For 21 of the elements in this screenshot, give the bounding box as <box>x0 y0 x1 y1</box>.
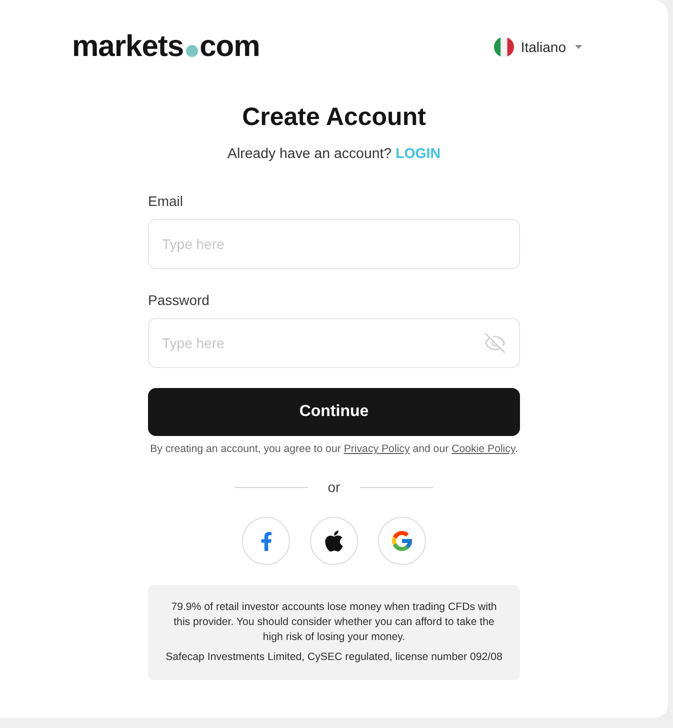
google-icon <box>390 529 414 553</box>
social-login-button[interactable] <box>310 517 358 565</box>
login-prompt: Already have an account? <box>228 145 392 164</box>
field-label: Email <box>148 192 184 211</box>
logo-text: com <box>200 32 260 62</box>
password-field[interactable]: Type here <box>148 318 520 368</box>
terms-text: By creating an account, you agree to our Privacy Policy and our Cookie Policy. <box>149 442 519 456</box>
language-selector[interactable]: Italiano <box>494 37 582 57</box>
risk-warning-text: 79.9% of retail investor accounts lose money when trading CFDs with this provider. You should consider whether you can afford to take the high risk of losing your money. <box>170 600 498 645</box>
logo-dot-icon <box>186 45 198 57</box>
caret-icon <box>575 45 582 49</box>
field-label: Password <box>148 291 210 310</box>
divider-label: or <box>328 478 340 496</box>
continue-button[interactable]: Continue <box>148 388 520 436</box>
policy-link[interactable]: Cookie Policy <box>452 443 515 455</box>
flag-icon <box>494 37 514 57</box>
license-text: Safecap Investments Limited, CySEC regulated, license number 092/08 <box>166 650 502 665</box>
policy-link[interactable]: Privacy Policy <box>344 443 410 455</box>
email-field[interactable]: Type here <box>148 219 520 269</box>
page-title: Create Account <box>242 102 426 132</box>
logo-text: markets <box>72 32 184 62</box>
